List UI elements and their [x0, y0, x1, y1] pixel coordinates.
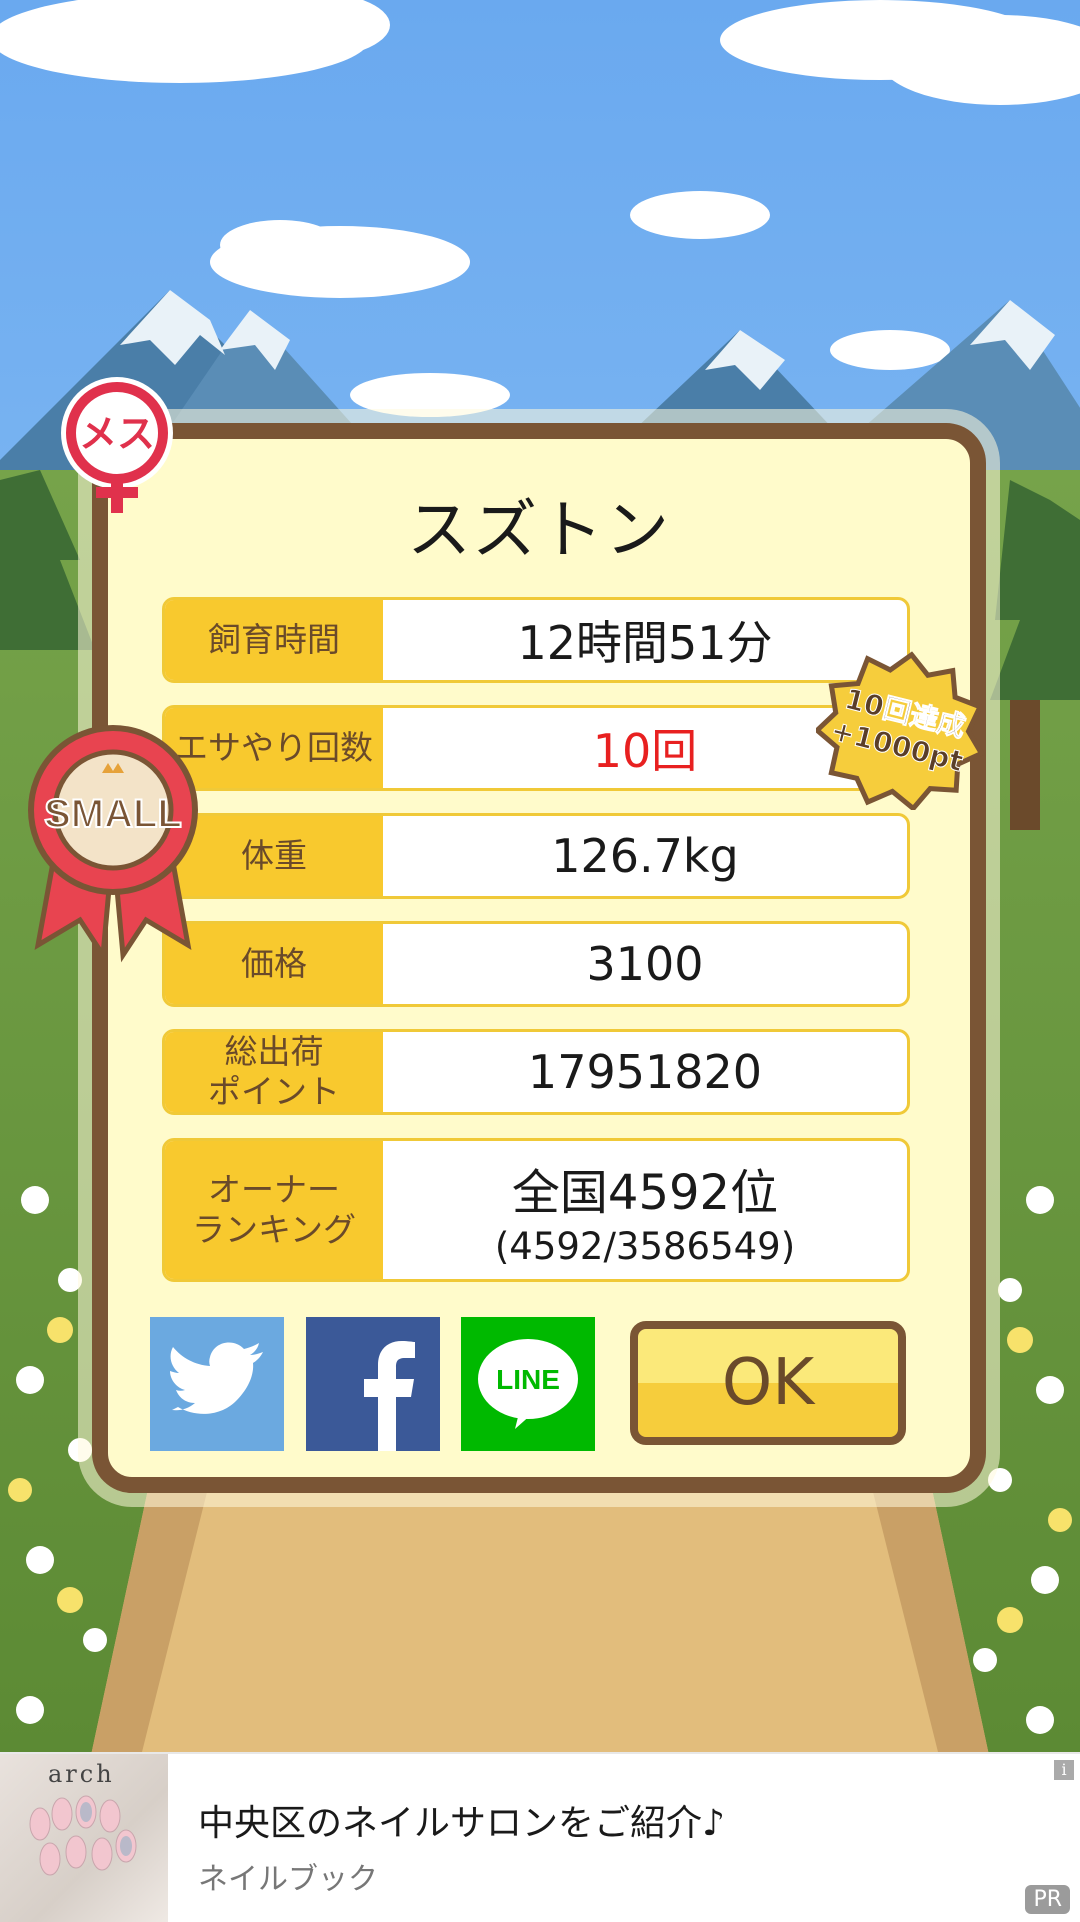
twitter-share-button[interactable] [150, 1317, 284, 1451]
nail-polish-image [29, 1795, 137, 1876]
gender-text: メス [79, 412, 155, 456]
female-gender-icon: メス [61, 377, 173, 513]
pig-name-title: スズトン [407, 494, 671, 568]
size-text: SMALL [44, 792, 182, 836]
row-label: オーナー ランキング [165, 1141, 383, 1279]
ranking-sub: (4592/3586549) [494, 1224, 796, 1268]
row-value: 3100 [586, 937, 704, 991]
line-share-button[interactable]: LINE [461, 1317, 595, 1451]
ad-info-icon[interactable]: i [1054, 1760, 1074, 1780]
ad-pr-badge: PR [1025, 1885, 1070, 1914]
row-label: 飼育時間 [165, 600, 383, 680]
line-logo-icon: LINE [478, 1339, 578, 1429]
facebook-f-icon [364, 1341, 415, 1451]
pig-info-card: スズトン 飼育時間 12時間51分 エサやり回数 10回 体重 126.7kg … [92, 423, 986, 1493]
row-label-line2: ポイント [208, 1072, 340, 1111]
ad-subtitle: ネイルブック [198, 1862, 378, 1897]
ad-title[interactable]: 中央区のネイルサロンをご紹介♪ [198, 1794, 725, 1846]
row-label-line2: ランキング [191, 1210, 356, 1249]
ok-button[interactable]: OK [630, 1321, 906, 1445]
ad-thumbnail[interactable]: arch [0, 1754, 168, 1922]
row-feed-count: エサやり回数 10回 [162, 705, 910, 791]
row-owner-ranking: オーナー ランキング 全国4592位 (4592/3586549) [162, 1138, 910, 1282]
row-value: 126.7kg [551, 829, 739, 883]
bonus-seal-icon: 10回達成 +1000pt [816, 651, 986, 810]
row-total-shipping-points: 総出荷 ポイント 17951820 [162, 1029, 910, 1115]
twitter-bird-icon [170, 1342, 263, 1414]
row-raising-time: 飼育時間 12時間51分 [162, 597, 910, 683]
row-weight: 体重 126.7kg [162, 813, 910, 899]
line-logo-text: LINE [496, 1364, 560, 1395]
row-label-line1: オーナー [208, 1170, 340, 1209]
row-label: 総出荷 ポイント [165, 1032, 383, 1112]
ad-banner[interactable]: arch 中央区のネイルサロンをご紹介♪ ネイルブック i PR [0, 1752, 1080, 1922]
small-size-ribbon-icon: SMALL [28, 725, 198, 963]
facebook-share-button[interactable] [306, 1317, 440, 1451]
row-price: 価格 3100 [162, 921, 910, 1007]
row-value: 全国4592位 (4592/3586549) [383, 1141, 907, 1279]
row-value: 17951820 [527, 1045, 763, 1099]
ranking-main: 全国4592位 [511, 1164, 779, 1221]
row-label-line1: 総出荷 [224, 1032, 324, 1071]
dirt-path [90, 1480, 990, 1760]
